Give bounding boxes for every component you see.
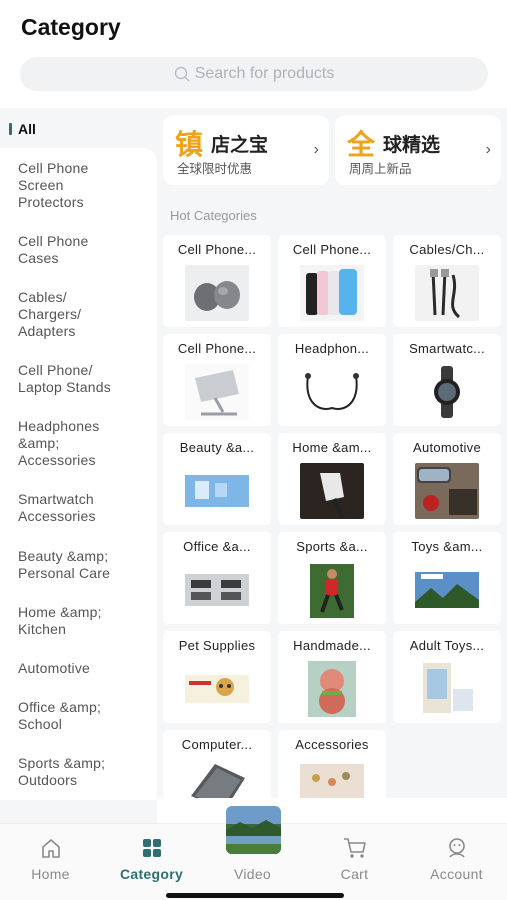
category-card[interactable]: Pet Supplies xyxy=(163,631,271,723)
category-card-label: Office &a... xyxy=(183,539,251,554)
account-icon xyxy=(448,838,465,858)
category-card-label: Adult Toys... xyxy=(409,638,485,653)
tab-category[interactable]: Category xyxy=(101,824,202,900)
sidebar-item-office[interactable]: Office &amp; School xyxy=(18,699,138,733)
category-card-label: Beauty &a... xyxy=(179,440,255,455)
category-card[interactable]: Accessories xyxy=(278,730,386,798)
product-image xyxy=(300,265,364,321)
tab-label: Cart xyxy=(340,866,369,882)
category-card[interactable]: Automotive xyxy=(393,433,501,525)
chevron-right-icon: › xyxy=(485,141,491,158)
category-card[interactable]: Smartwatc... xyxy=(393,334,501,426)
category-card[interactable]: Computer... xyxy=(163,730,271,798)
product-image xyxy=(300,364,364,420)
page-title: Category xyxy=(21,14,121,40)
tab-label: Home xyxy=(31,866,70,882)
sidebar-item-automotive[interactable]: Automotive xyxy=(18,660,138,677)
category-content: 镇 店之宝 全球限时优惠 › 全 球精选 周周上新品 › Hot Categor… xyxy=(157,108,507,798)
category-card[interactable]: Cell Phone... xyxy=(163,334,271,426)
product-image xyxy=(185,265,249,321)
category-card[interactable]: Handmade... xyxy=(278,631,386,723)
product-image xyxy=(415,463,479,519)
tab-home[interactable]: Home xyxy=(0,824,101,900)
category-card-label: Cables/Ch... xyxy=(409,242,485,257)
video-thumbnail[interactable] xyxy=(226,806,281,854)
sidebar-item-headphones[interactable]: Headphones &amp; Accessories xyxy=(18,418,128,469)
category-card-label: Home &am... xyxy=(292,440,372,455)
sidebar-item-beauty[interactable]: Beauty &amp; Personal Care xyxy=(18,548,143,582)
promo-title: 店之宝 xyxy=(211,134,269,156)
product-image xyxy=(185,463,249,519)
product-image xyxy=(185,760,249,798)
product-image xyxy=(300,463,364,519)
promo-title: 球精选 xyxy=(383,134,441,156)
category-card-label: Automotive xyxy=(412,440,482,455)
home-icon xyxy=(41,839,60,858)
category-card[interactable]: Cell Phone... xyxy=(278,235,386,327)
category-card-label: Computer... xyxy=(181,737,253,752)
sidebar-item-screen-protectors[interactable]: Cell Phone Screen Protectors xyxy=(18,160,118,211)
promo-subtitle: 全球限时优惠 xyxy=(177,161,253,176)
product-image xyxy=(185,364,249,420)
category-page: Category Search for products All Cell Ph… xyxy=(0,0,507,900)
search-icon xyxy=(174,66,190,81)
sidebar-list: Cell Phone Screen Protectors Cell Phone … xyxy=(0,148,157,800)
category-card-label: Pet Supplies xyxy=(178,638,256,653)
product-image xyxy=(415,562,479,618)
promo-subtitle: 周周上新品 xyxy=(349,161,412,176)
category-card[interactable]: Cell Phone... xyxy=(163,235,271,327)
category-card[interactable]: Headphon... xyxy=(278,334,386,426)
sidebar-item-cables[interactable]: Cables/ Chargers/ Adapters xyxy=(18,289,108,340)
category-card-label: Smartwatc... xyxy=(409,341,485,356)
category-card[interactable]: Sports &a... xyxy=(278,532,386,624)
search-input[interactable]: Search for products xyxy=(20,57,488,91)
category-icon xyxy=(142,839,161,857)
product-image xyxy=(415,265,479,321)
promo-banner-store-treasure[interactable]: 镇 店之宝 全球限时优惠 › xyxy=(163,115,329,185)
category-card[interactable]: Toys &am... xyxy=(393,532,501,624)
tab-label: Category xyxy=(119,866,184,882)
tab-label: Video xyxy=(233,866,272,882)
product-image xyxy=(300,661,364,717)
category-card-label: Cell Phone... xyxy=(177,242,257,257)
tab-label: Account xyxy=(430,866,483,882)
category-card[interactable]: Cables/Ch... xyxy=(393,235,501,327)
category-card-label: Cell Phone... xyxy=(292,242,372,257)
category-card-label: Toys &am... xyxy=(411,539,483,554)
sidebar-item-stands[interactable]: Cell Phone/ Laptop Stands xyxy=(18,362,138,396)
sidebar-item-smartwatch[interactable]: Smartwatch Accessories xyxy=(18,491,128,525)
active-indicator xyxy=(9,123,12,135)
promo-big-char: 镇 xyxy=(175,128,204,161)
product-image xyxy=(415,661,479,717)
promo-banner-global-selection[interactable]: 全 球精选 周周上新品 › xyxy=(335,115,501,185)
category-card-label: Accessories xyxy=(295,737,369,752)
product-image xyxy=(415,364,479,420)
header: Category Search for products xyxy=(0,0,507,108)
category-card-label: Sports &a... xyxy=(296,539,368,554)
category-card[interactable]: Beauty &a... xyxy=(163,433,271,525)
sidebar-item-sports[interactable]: Sports &amp; Outdoors xyxy=(18,755,138,789)
category-card-label: Headphon... xyxy=(294,341,370,356)
home-indicator xyxy=(166,893,344,898)
tab-cart[interactable]: Cart xyxy=(304,824,405,900)
sidebar-item-phone-cases[interactable]: Cell Phone Cases xyxy=(18,233,118,267)
tab-account[interactable]: Account xyxy=(406,824,507,900)
category-card[interactable]: Office &a... xyxy=(163,532,271,624)
category-card-label: Handmade... xyxy=(293,638,371,653)
category-card[interactable]: Home &am... xyxy=(278,433,386,525)
product-image xyxy=(300,562,364,618)
product-image xyxy=(185,562,249,618)
category-card-label: Cell Phone... xyxy=(177,341,257,356)
hot-categories-heading: Hot Categories xyxy=(170,208,257,223)
sidebar-item-home-kitchen[interactable]: Home &amp; Kitchen xyxy=(18,604,138,638)
sidebar-item-label: All xyxy=(18,121,36,137)
promo-big-char: 全 xyxy=(347,128,376,161)
cart-icon xyxy=(343,838,366,858)
chevron-right-icon: › xyxy=(313,141,319,158)
sidebar-item-all[interactable]: All xyxy=(0,108,157,148)
search-placeholder: Search for products xyxy=(194,65,335,82)
category-card[interactable]: Adult Toys... xyxy=(393,631,501,723)
product-image xyxy=(300,760,364,798)
product-image xyxy=(185,661,249,717)
